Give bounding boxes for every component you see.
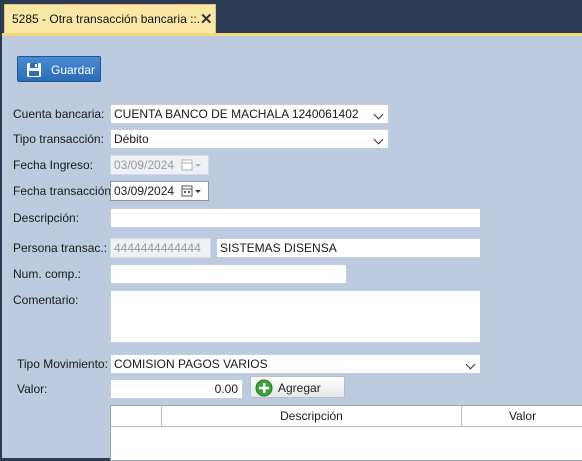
tab-title: 5285 - Otra transacción bancaria ::. [12, 12, 201, 26]
close-icon[interactable]: ✕ [200, 10, 213, 28]
tipo-transaccion-label: Tipo transacción: [13, 132, 104, 146]
tab-transaction[interactable]: 5285 - Otra transacción bancaria ::. ✕ [4, 4, 216, 33]
tipo-movimiento-select[interactable]: COMISION PAGOS VARIOS [110, 354, 481, 374]
items-table[interactable]: Descripción Valor [110, 405, 582, 461]
fecha-ingreso-value: 03/09/2024 [114, 158, 175, 172]
persona-label: Persona transac.: [13, 241, 108, 255]
tipo-movimiento-value: COMISION PAGOS VARIOS [114, 357, 268, 371]
valor-label: Valor: [17, 382, 48, 396]
cuenta-bancaria-value: CUENTA BANCO DE MACHALA 1240061402 [114, 107, 359, 121]
fecha-transaccion-label: Fecha transacción: [13, 184, 115, 198]
column-header-valor[interactable]: Valor [462, 406, 582, 426]
persona-id-field: 4444444444444 [110, 238, 211, 258]
tipo-transaccion-select[interactable]: Débito [110, 129, 389, 149]
descripcion-label: Descripción: [13, 211, 80, 225]
fecha-ingreso-field: 03/09/2024 [110, 155, 209, 175]
fecha-transaccion-field[interactable]: 03/09/2024 [110, 181, 209, 201]
floppy-icon [27, 63, 41, 77]
save-button[interactable]: Guardar [17, 56, 101, 82]
add-button-label: Agregar [278, 381, 321, 395]
save-button-label: Guardar [51, 63, 96, 77]
num-comp-input[interactable] [110, 264, 347, 284]
chevron-down-icon [373, 109, 384, 120]
table-header: Descripción Valor [111, 406, 582, 427]
comentario-label: Comentario: [13, 293, 79, 307]
column-header-select[interactable] [111, 406, 162, 426]
cuenta-bancaria-select[interactable]: CUENTA BANCO DE MACHALA 1240061402 [110, 104, 389, 124]
fecha-transaccion-value: 03/09/2024 [114, 184, 175, 198]
add-circle-icon [255, 379, 273, 397]
tab-bar: 5285 - Otra transacción bancaria ::. ✕ [0, 0, 582, 33]
add-button[interactable]: Agregar [250, 376, 345, 398]
form-panel: Guardar Cuenta bancaria: CUENTA BANCO DE… [2, 33, 582, 461]
fecha-ingreso-label: Fecha Ingreso: [13, 158, 94, 172]
chevron-down-icon [465, 359, 476, 370]
tipo-movimiento-label: Tipo Movimiento: [17, 357, 108, 371]
column-header-descripcion[interactable]: Descripción [162, 406, 462, 426]
chevron-down-icon [373, 134, 384, 145]
comentario-textarea[interactable] [110, 290, 481, 343]
cuenta-bancaria-label: Cuenta bancaria: [13, 107, 105, 121]
num-comp-label: Num. comp.: [13, 267, 82, 281]
calendar-icon[interactable] [181, 185, 203, 197]
tipo-transaccion-value: Débito [114, 132, 149, 146]
descripcion-input[interactable] [110, 208, 481, 228]
calendar-icon [181, 159, 201, 171]
valor-input[interactable]: 0.00 [110, 379, 243, 399]
persona-name-field[interactable]: SISTEMAS DISENSA [216, 238, 481, 258]
